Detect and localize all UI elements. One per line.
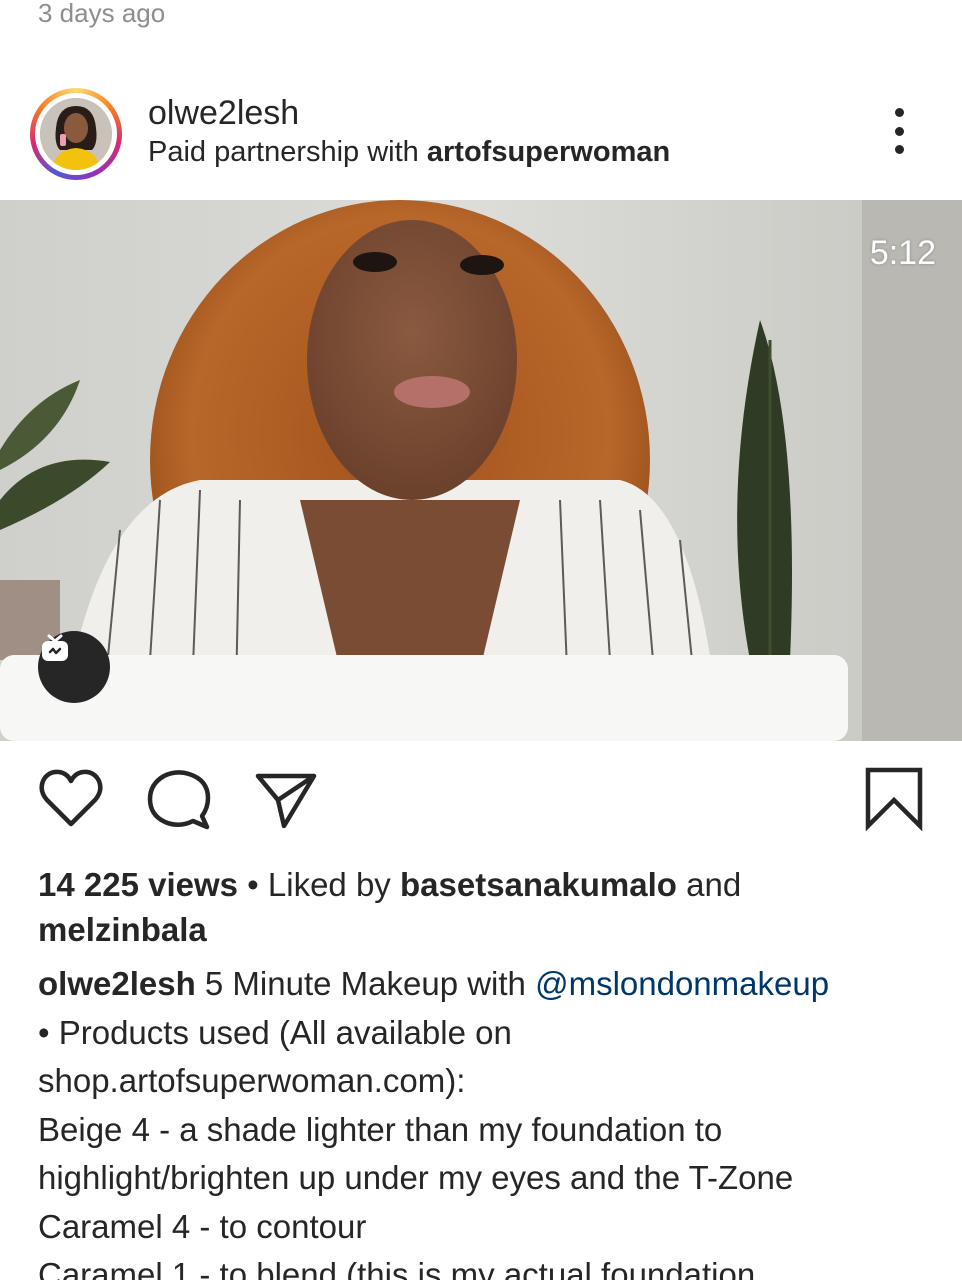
avatar-image — [40, 98, 112, 170]
caption-line: highlight/brighten up under my eyes and … — [38, 1159, 794, 1196]
video-frame — [0, 200, 962, 741]
liked-by-user-2[interactable]: melzinbala — [38, 911, 207, 948]
bookmark-icon[interactable] — [864, 766, 924, 832]
post-header: olwe2lesh Paid partnership with artofsup… — [0, 84, 962, 184]
igtv-icon[interactable] — [38, 631, 110, 703]
liked-by-label: • Liked by — [238, 866, 400, 903]
post-username[interactable]: olwe2lesh — [148, 94, 299, 133]
paper-plane-icon[interactable] — [254, 766, 320, 832]
caption-title: 5 Minute Makeup with — [195, 965, 536, 1002]
post-timestamp: 3 days ago — [38, 0, 166, 28]
video-duration: 5:12 — [869, 234, 936, 272]
video-player[interactable]: 5:12 — [0, 200, 962, 741]
post-caption: olwe2lesh 5 Minute Makeup with @mslondon… — [38, 960, 938, 1280]
caption-username[interactable]: olwe2lesh — [38, 965, 196, 1002]
views-count[interactable]: 14 225 views — [38, 866, 238, 903]
paid-partnership-prefix: Paid partnership with — [148, 136, 419, 168]
instagram-post: 3 days ago olwe2lesh Paid partnership wi… — [0, 0, 962, 1280]
partner-link[interactable]: artofsuperwoman — [427, 136, 670, 168]
caption-mention[interactable]: @mslondonmakeup — [535, 965, 829, 1002]
liked-and-label: and — [676, 866, 742, 903]
liked-by-user-1[interactable]: basetsanakumalo — [400, 866, 677, 903]
caption-line: Beige 4 - a shade lighter than my founda… — [38, 1110, 723, 1148]
caption-line: Caramel 1 - to blend (this is my actual … — [38, 1256, 756, 1280]
caption-first-line: olwe2lesh 5 Minute Makeup with @mslondon… — [38, 960, 938, 1009]
heart-icon[interactable] — [38, 766, 104, 832]
comment-icon[interactable] — [146, 766, 212, 832]
likes-summary: 14 225 views • Liked by basetsanakumalo … — [38, 862, 938, 952]
caption-line: Caramel 4 - to contour — [38, 1207, 367, 1245]
more-options-icon[interactable] — [884, 108, 914, 154]
avatar[interactable] — [30, 88, 122, 180]
caption-line: • Products used (All available on — [38, 1013, 512, 1051]
caption-line: shop.artofsuperwoman.com): — [38, 1062, 466, 1099]
post-actions — [0, 766, 962, 836]
paid-partnership-label: Paid partnership with artofsuperwoman — [148, 136, 670, 169]
